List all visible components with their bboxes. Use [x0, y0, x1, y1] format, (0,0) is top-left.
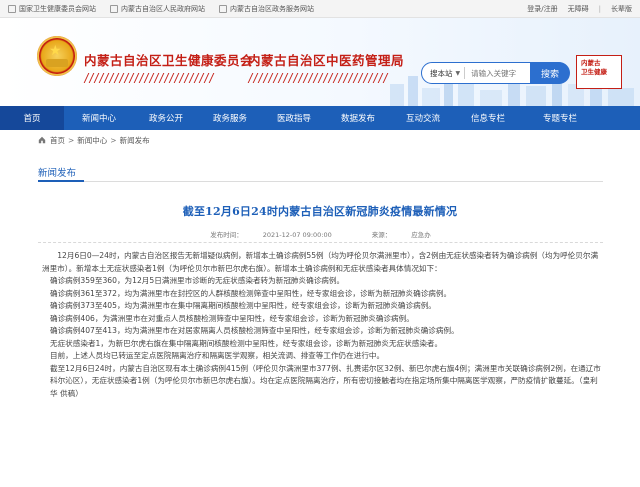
site-icon	[219, 4, 227, 13]
top-bar: 国家卫生健康委员会网站 内蒙古自治区人民政府网站 内蒙古自治区政务服务网站 登录…	[0, 0, 640, 18]
nav-item-gov-affairs[interactable]: 政务公开	[134, 106, 198, 130]
paragraph: 确诊病例373至405，均为满洲里市在集中隔离期间核酸检测中呈阳性，经专家组会诊…	[50, 301, 436, 310]
breadcrumb: 首页 > 新闻中心 > 新闻发布	[0, 130, 640, 150]
link-nhc[interactable]: 国家卫生健康委员会网站	[8, 4, 96, 14]
national-emblem-icon: ★	[37, 36, 77, 76]
section-title: 新闻发布	[38, 168, 77, 179]
nav-item-special[interactable]: 专题专栏	[520, 106, 600, 130]
search-button[interactable]: 搜索	[530, 62, 570, 84]
paragraph: 12月6日0—24时，内蒙古自治区报告无新增疑似病例，新增本土确诊病例55例（均…	[42, 251, 599, 273]
paragraph: 无症状感染者1，为新巴尔虎右旗在集中隔离期间核酸检测中呈阳性，经专家组会诊，诊断…	[50, 338, 443, 348]
link-service[interactable]: 内蒙古自治区政务服务网站	[219, 4, 314, 14]
breadcrumb-separator: >	[110, 135, 117, 145]
breadcrumb-separator: >	[68, 135, 75, 145]
mongolian-script-title-health	[83, 70, 226, 86]
nav-item-interaction[interactable]: 互动交流	[390, 106, 456, 130]
accessible-link[interactable]: 无障碍	[568, 4, 589, 14]
nav-item-info[interactable]: 信息专栏	[456, 106, 520, 130]
search-scope-select[interactable]: 搜本站 ▼	[422, 68, 464, 79]
link-gov[interactable]: 内蒙古自治区人民政府网站	[110, 4, 205, 14]
home-icon	[38, 136, 46, 144]
divider: |	[598, 4, 601, 13]
health-seal-logo: 内蒙古 卫生健康	[576, 55, 622, 89]
breadcrumb-home[interactable]: 首页	[50, 135, 65, 146]
chevron-down-icon: ▼	[455, 69, 461, 77]
nav-item-medical[interactable]: 医政指导	[262, 106, 326, 130]
paragraph: 确诊病例359至360，为12月5日满洲里市诊断的无症状感染者转为新冠肺炎确诊病…	[50, 276, 345, 285]
site-title-tcm: 内蒙古自治区中医药管理局	[248, 53, 405, 68]
breadcrumb-news[interactable]: 新闻中心	[77, 135, 107, 146]
mongolian-script-title-tcm	[247, 70, 400, 86]
article-meta: 发布时间： 2021-12-07 09:00:00 来源： 应急办	[38, 229, 603, 243]
article-title: 截至12月6日24时内蒙古自治区新冠肺炎疫情最新情况	[182, 205, 458, 218]
nav-item-data[interactable]: 数据发布	[326, 106, 390, 130]
paragraph: 确诊病例407至413，均为满洲里市在对居家隔离人员核酸检测筛查中呈阳性，经专家…	[50, 326, 459, 335]
site-icon	[110, 4, 118, 13]
paragraph: 目前，上述人员均已转运至定点医院隔离治疗和隔离医学观察，相关流调、排查等工作仍在…	[50, 351, 385, 360]
paragraph: 截至12月6日24时，内蒙古自治区现有本土确诊病例415例（呼伦贝尔满洲里市37…	[50, 363, 601, 398]
site-title-health: 内蒙古自治区卫生健康委员会	[84, 53, 254, 68]
topbar-right: 登录/注册 无障碍 | 长辈版	[517, 4, 632, 14]
section-divider	[38, 180, 603, 182]
login-register-link[interactable]: 登录/注册	[527, 4, 557, 14]
article-source: 来源： 应急办	[371, 231, 431, 239]
paragraph: 确诊病例361至372，均为满洲里市在封控区的人群核酸检测筛查中呈阳性，经专家组…	[50, 288, 452, 298]
article-body: 12月6日0—24时，内蒙古自治区报告无新增疑似病例，新增本土确诊病例55例（均…	[42, 250, 604, 400]
site-icon	[8, 4, 16, 13]
paragraph: 确诊病例406，为满洲里市在对重点人员核酸检测筛查中呈阳性，经专家组会诊，诊断为…	[50, 313, 414, 323]
nav-item-news[interactable]: 新闻中心	[64, 106, 134, 130]
breadcrumb-release[interactable]: 新闻发布	[120, 135, 150, 146]
publish-time: 发布时间： 2021-12-07 09:00:00	[210, 231, 332, 239]
elder-version-link[interactable]: 长辈版	[611, 4, 632, 14]
site-header: ★ 内蒙古自治区卫生健康委员会 内蒙古自治区中医药管理局 搜本站▼ 搜索 内蒙古…	[0, 18, 640, 106]
nav-item-gov-services[interactable]: 政务服务	[198, 106, 262, 130]
nav-item-home[interactable]: 首页	[0, 106, 64, 130]
main-nav: 首页 新闻中心 政务公开 政务服务 医政指导 数据发布 互动交流 信息专栏 专题…	[0, 106, 640, 130]
